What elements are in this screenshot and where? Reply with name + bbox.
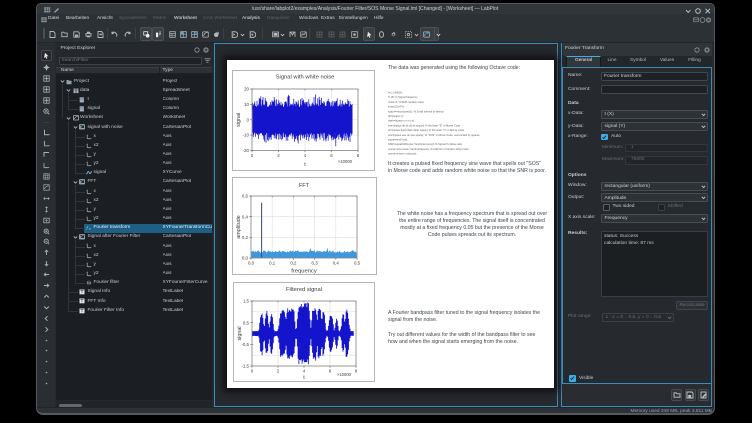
svg-text:-0,5: -0,5 xyxy=(241,342,249,347)
svg-text:0,5: 0,5 xyxy=(354,261,361,266)
svg-text:FFT: FFT xyxy=(299,183,310,189)
svg-text:0,3: 0,3 xyxy=(312,261,319,266)
svg-text:10: 10 xyxy=(244,102,249,107)
svg-text:frequency: frequency xyxy=(291,269,317,275)
svg-text:0,5: 0,5 xyxy=(243,320,250,325)
svg-text:0,4: 0,4 xyxy=(242,214,249,219)
svg-text:signal: signal xyxy=(236,113,242,127)
svg-text:x: x xyxy=(89,226,91,231)
svg-text:signal: signal xyxy=(237,326,243,340)
svg-text:0,4: 0,4 xyxy=(333,261,340,266)
svg-text:×10000: ×10000 xyxy=(338,159,353,164)
svg-text:0,1: 0,1 xyxy=(269,261,276,266)
svg-text:-20: -20 xyxy=(243,148,250,153)
svg-text:0,2: 0,2 xyxy=(242,235,249,240)
svg-text:1,5: 1,5 xyxy=(243,299,250,304)
svg-text:Signal with white noise: Signal with white noise xyxy=(276,75,335,81)
svg-text:0,6: 0,6 xyxy=(242,194,249,199)
svg-text:-10: -10 xyxy=(243,133,250,138)
svg-text:0,2: 0,2 xyxy=(290,261,297,266)
svg-text:0,0: 0,0 xyxy=(248,261,255,266)
svg-text:20: 20 xyxy=(244,87,249,92)
svg-text:amplitude: amplitude xyxy=(236,215,242,238)
svg-text:Filtered signal: Filtered signal xyxy=(286,287,322,293)
svg-text:-1,5: -1,5 xyxy=(241,364,249,369)
svg-text:×10000: ×10000 xyxy=(337,372,352,377)
